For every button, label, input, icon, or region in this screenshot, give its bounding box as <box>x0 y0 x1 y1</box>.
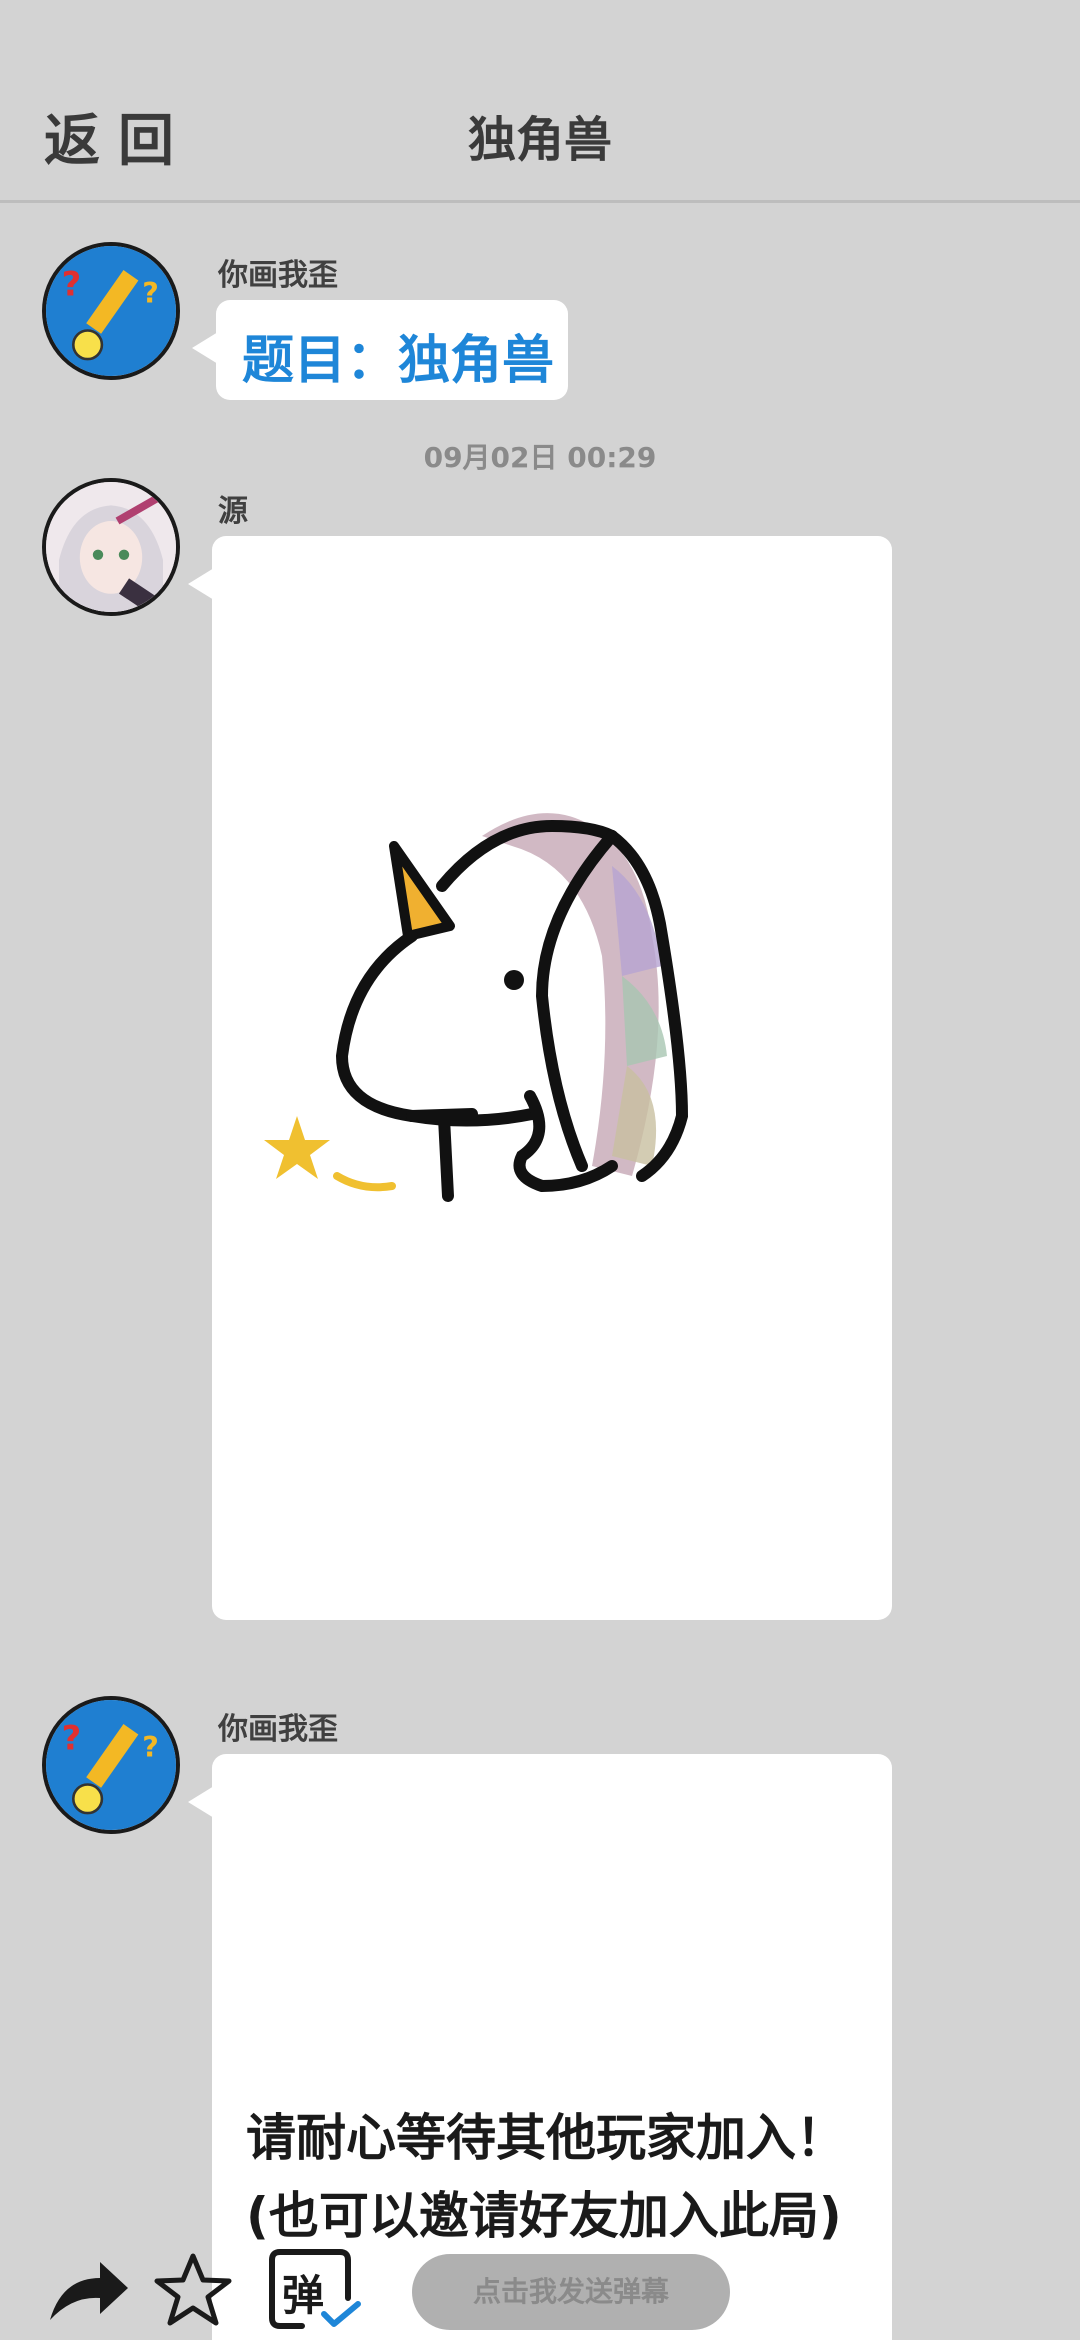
sender-name: 你画我歪 <box>218 1712 338 1747</box>
svg-text:?: ? <box>142 1730 159 1764</box>
sender-name: 源 <box>218 494 248 529</box>
bot-avatar[interactable]: ? ? <box>42 242 180 380</box>
topic-text: 题目：独角兽 <box>242 331 555 391</box>
sender-name: 你画我歪 <box>218 258 338 293</box>
pencil-logo-icon: ? ? <box>46 246 176 376</box>
svg-text:?: ? <box>62 264 82 303</box>
danmu-toggle-icon[interactable]: 弹 <box>262 2248 362 2332</box>
invite-hint: (也可以邀请好友加入此局) <box>246 2187 842 2245</box>
svg-text:?: ? <box>142 276 159 310</box>
message-timestamp: 09月02日 00:29 <box>423 441 657 474</box>
topic-bubble: 题目：独角兽 <box>192 300 568 400</box>
user-avatar[interactable] <box>42 478 180 616</box>
anime-avatar-icon <box>46 482 176 612</box>
top-bar: 返回 独角兽 <box>0 0 1080 203</box>
share-arrow-icon[interactable] <box>44 2256 130 2326</box>
bot-avatar[interactable]: ? ? <box>42 1696 180 1834</box>
star-icon[interactable] <box>154 2252 232 2328</box>
waiting-message: 请耐心等待其他玩家加入！ <box>246 2109 846 2167</box>
svg-text:?: ? <box>62 1718 82 1757</box>
unicorn-drawing <box>264 813 689 1202</box>
svg-text:弹: 弹 <box>282 2271 324 2320</box>
page-title: 独角兽 <box>467 112 612 168</box>
danmu-input[interactable]: 点击我发送弹幕 <box>412 2254 730 2330</box>
pencil-logo-icon: ? ? <box>46 1700 176 1830</box>
drawing-bubble[interactable] <box>188 536 892 1620</box>
